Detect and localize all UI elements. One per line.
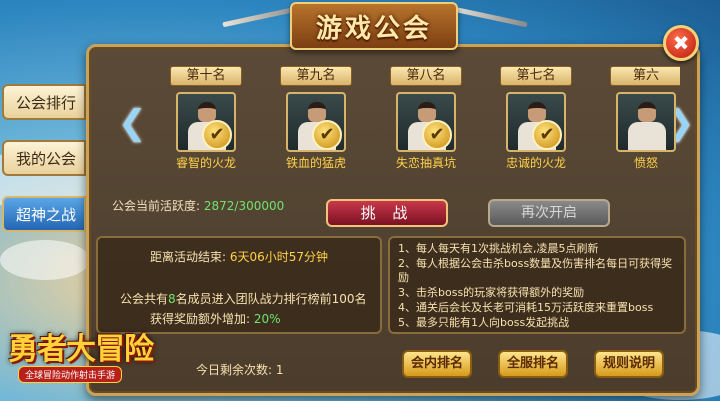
title-plate: 游戏公会: [290, 2, 458, 50]
remaining-value: 1: [275, 363, 284, 377]
rank-card[interactable]: 第六 愤怒: [600, 66, 680, 178]
rank-label: 第十名: [170, 66, 242, 86]
check-icon: ✔: [202, 120, 232, 150]
remaining-attempts: 今日剩余次数: 1: [196, 361, 284, 378]
guild-name: 忠诚的火龙: [505, 156, 566, 170]
tab-guild-ranking[interactable]: 公会排行: [2, 84, 86, 120]
rule-item: 4、通关后会长及长老可消耗15万活跃度来重置boss: [398, 301, 654, 314]
rule-item: 1、每人每天有1次挑战机会,凌晨5点刷新: [398, 242, 599, 255]
logo-subtitle: 全球冒险动作射击手游: [18, 366, 123, 383]
ranking-carousel: 第十名 ✔ 睿智的火龙 第九名 ✔ 铁血的猛虎 第八名 ✔ 失恋抽真坑 第七名 …: [160, 66, 680, 178]
rule-item: 5、最多只能有1人向boss发起挑战: [398, 316, 570, 329]
guild-name: 铁血的猛虎: [285, 156, 346, 170]
member-suffix: 名成员进入团队战力排行榜前100名: [175, 292, 367, 306]
rules-button[interactable]: 规则说明: [594, 350, 664, 378]
guild-name: 失恋抽真坑: [395, 156, 456, 170]
check-icon: ✔: [422, 120, 452, 150]
tab-label: 我的公会: [16, 149, 77, 168]
countdown-label: 距离活动结束:: [150, 250, 227, 264]
member-count: 8: [168, 292, 176, 306]
bonus-line: 获得奖励额外增加: 20%: [150, 310, 281, 327]
check-icon: ✔: [312, 120, 342, 150]
rules-list: 1、每人每天有1次挑战机会,凌晨5点刷新 2、每人根据公会击杀boss数量及伤害…: [398, 242, 682, 331]
activity-current: 2872: [203, 199, 235, 213]
activity-label: 公会当前活跃度:: [112, 199, 201, 213]
status-box: 距离活动结束: 6天06小时57分钟 公会共有8名成员进入团队战力排行榜前100…: [96, 236, 382, 334]
guild-rank-button[interactable]: 会内排名: [402, 350, 472, 378]
challenge-button[interactable]: 挑 战: [326, 199, 448, 227]
rank-card[interactable]: 第七名 ✔ 忠诚的火龙: [490, 66, 582, 178]
bonus-value: 20%: [253, 312, 281, 326]
countdown: 距离活动结束: 6天06小时57分钟: [150, 248, 328, 265]
rank-card[interactable]: 第八名 ✔ 失恋抽真坑: [380, 66, 472, 178]
page-title: 游戏公会: [315, 13, 432, 44]
logo-title: 勇者大冒险: [8, 332, 154, 367]
rank-label: 第八名: [390, 66, 462, 86]
close-icon: ✖: [672, 31, 690, 55]
close-button[interactable]: ✖: [663, 25, 699, 61]
rank-card[interactable]: 第十名 ✔ 睿智的火龙: [160, 66, 252, 178]
rank-label: 第七名: [500, 66, 572, 86]
member-count-line: 公会共有8名成员进入团队战力排行榜前100名: [120, 290, 367, 307]
carousel-left-arrow-icon[interactable]: ❮: [118, 104, 147, 144]
guild-activity: 公会当前活跃度: 2872/300000: [112, 197, 284, 214]
countdown-value: 6天06小时57分钟: [229, 250, 329, 264]
activity-max: 300000: [238, 199, 285, 213]
remaining-label: 今日剩余次数:: [196, 363, 273, 377]
game-logo: 勇者大冒险 全球冒险动作射击手游: [8, 322, 158, 394]
tab-my-guild[interactable]: 我的公会: [2, 140, 86, 176]
bonus-label: 获得奖励额外增加:: [150, 312, 251, 326]
tab-label: 公会排行: [16, 93, 77, 112]
sword-decoration: [448, 5, 528, 28]
cloud: [0, 240, 90, 280]
rank-label: 第六: [610, 66, 680, 86]
rank-card[interactable]: 第九名 ✔ 铁血的猛虎: [270, 66, 362, 178]
rule-item: 3、击杀boss的玩家将获得额外的奖励: [398, 286, 585, 299]
tab-super-battle[interactable]: 超神之战: [2, 196, 86, 232]
server-rank-button[interactable]: 全服排名: [498, 350, 568, 378]
guild-name: 愤怒: [633, 156, 658, 170]
restart-button[interactable]: 再次开启: [488, 199, 610, 227]
rules-box: 1、每人每天有1次挑战机会,凌晨5点刷新 2、每人根据公会击杀boss数量及伤害…: [388, 236, 686, 334]
game-screen: 公会排行 我的公会 超神之战 游戏公会 ✖ ❮ ❯ 第十名 ✔ 睿智的火龙 第九…: [0, 0, 720, 401]
rank-label: 第九名: [280, 66, 352, 86]
rule-item: 2、每人根据公会击杀boss数量及伤害排名每日可获得奖励: [398, 257, 673, 284]
tab-label: 超神之战: [16, 205, 77, 224]
check-icon: ✔: [532, 120, 562, 150]
member-prefix: 公会共有: [120, 292, 169, 306]
leader-portrait: [616, 92, 676, 152]
guild-name: 睿智的火龙: [175, 156, 236, 170]
